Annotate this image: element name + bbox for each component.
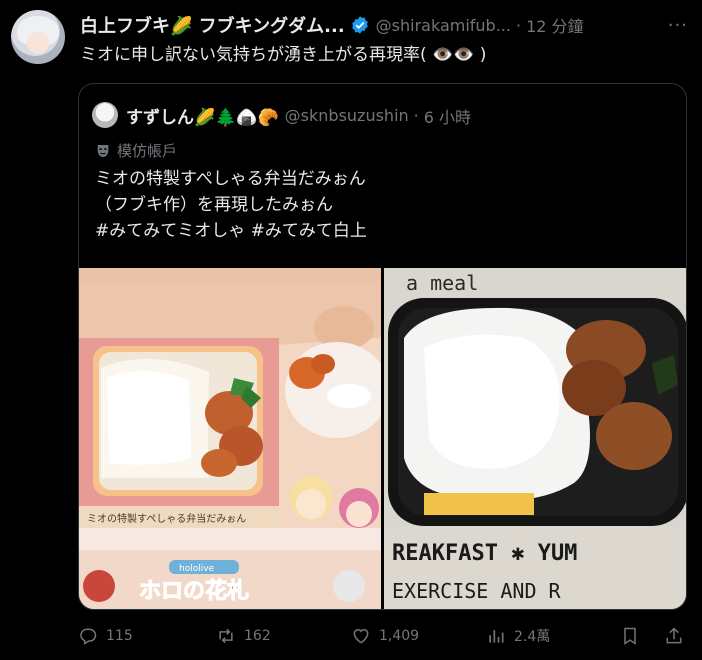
parody-account-label: 模仿帳戶	[95, 140, 177, 161]
image-caption-text: ミオの特製すぺしゃる弁当だみぉん	[87, 512, 246, 525]
retweet-icon	[219, 628, 233, 644]
share-icon	[666, 627, 682, 644]
views-chart-icon	[489, 630, 504, 643]
verified-badge-icon	[351, 16, 368, 34]
bookmark-button[interactable]	[620, 626, 648, 646]
separator-dot: ·	[515, 15, 522, 35]
photo-text-top: a meal	[406, 271, 478, 295]
photo-text-bottom: EXERCISE AND R	[392, 579, 562, 603]
parody-mask-icon	[97, 144, 109, 157]
heart-icon	[353, 629, 369, 644]
quoted-text-line: ミオの特製すぺしゃる弁当だみぉん	[95, 169, 366, 189]
views-button[interactable]: 2.4萬	[486, 626, 550, 646]
quoted-post-timestamp: 6 小時	[423, 107, 472, 127]
quoted-post-text: ミオの特製すぺしゃる弁当だみぉん （フブキ作）を再現したみぉん #みてみてミオし…	[95, 166, 367, 244]
parody-label-text: 模仿帳戶	[117, 142, 178, 160]
media-image-left[interactable]: ミオの特製すぺしゃる弁当だみぉん hololive ホロの花札	[79, 268, 381, 609]
action-bar: 115 162 1,409 2.4萬	[78, 626, 688, 650]
post-header: 白上フブキ🌽 フブキングダム... @shirakamifub... · 12 …	[80, 12, 688, 38]
hashtag-link[interactable]: #みてみてミオしゃ #みてみて白上	[95, 221, 367, 241]
author-handle[interactable]: @shirakamifub...	[376, 16, 511, 35]
author-name[interactable]: 白上フブキ🌽 フブキングダム...	[80, 12, 345, 38]
post-timestamp[interactable]: 12 分鐘	[526, 13, 583, 37]
retweet-count: 162	[244, 628, 271, 644]
quoted-author-name[interactable]: すずしん🌽🌲🍙🥐	[126, 103, 279, 128]
real-bento-photo: a meal REAKFAST ✱ YUM EXERCISE AND R	[384, 268, 686, 609]
quoted-author-handle[interactable]: @sknbsuzushin	[285, 106, 409, 125]
game-title-logo: ホロの花札	[139, 578, 249, 604]
quoted-text-line: #みてみてミオしゃ #みてみて白上	[95, 218, 367, 244]
view-count: 2.4萬	[514, 629, 551, 645]
reply-count: 115	[106, 628, 133, 644]
share-button[interactable]	[664, 626, 692, 646]
like-button[interactable]: 1,409	[351, 626, 419, 646]
quoted-post[interactable]: すずしん🌽🌲🍙🥐 @sknbsuzushin · 6 小時 模仿帳戶 ミオの特製…	[78, 83, 687, 610]
reply-button[interactable]: 115	[78, 626, 133, 646]
like-count: 1,409	[379, 628, 420, 644]
media-grid: ミオの特製すぺしゃる弁当だみぉん hololive ホロの花札 a meal R…	[79, 268, 686, 609]
photo-text-mid: REAKFAST ✱ YUM	[392, 541, 577, 566]
author-avatar[interactable]	[11, 10, 65, 64]
bookmark-icon	[624, 627, 636, 645]
retweet-button[interactable]: 162	[216, 626, 271, 646]
quoted-author-avatar[interactable]	[92, 102, 118, 128]
more-options-icon[interactable]: ···	[668, 15, 688, 36]
media-image-right[interactable]: a meal REAKFAST ✱ YUM EXERCISE AND R	[384, 268, 686, 609]
hololive-logo-text: hololive	[179, 564, 215, 574]
post-text: ミオに申し訳ない気持ちが湧き上がる再現率( 👁️👁️ )	[80, 45, 487, 65]
reply-icon	[80, 628, 97, 645]
avatar-face	[27, 32, 49, 54]
quoted-separator-dot: ·	[413, 106, 419, 125]
quoted-text-line: （フブキ作）を再現したみぉん	[95, 195, 333, 215]
game-bento-illustration: ミオの特製すぺしゃる弁当だみぉん hololive ホロの花札	[79, 268, 381, 609]
quoted-post-header: すずしん🌽🌲🍙🥐 @sknbsuzushin · 6 小時	[126, 103, 471, 128]
